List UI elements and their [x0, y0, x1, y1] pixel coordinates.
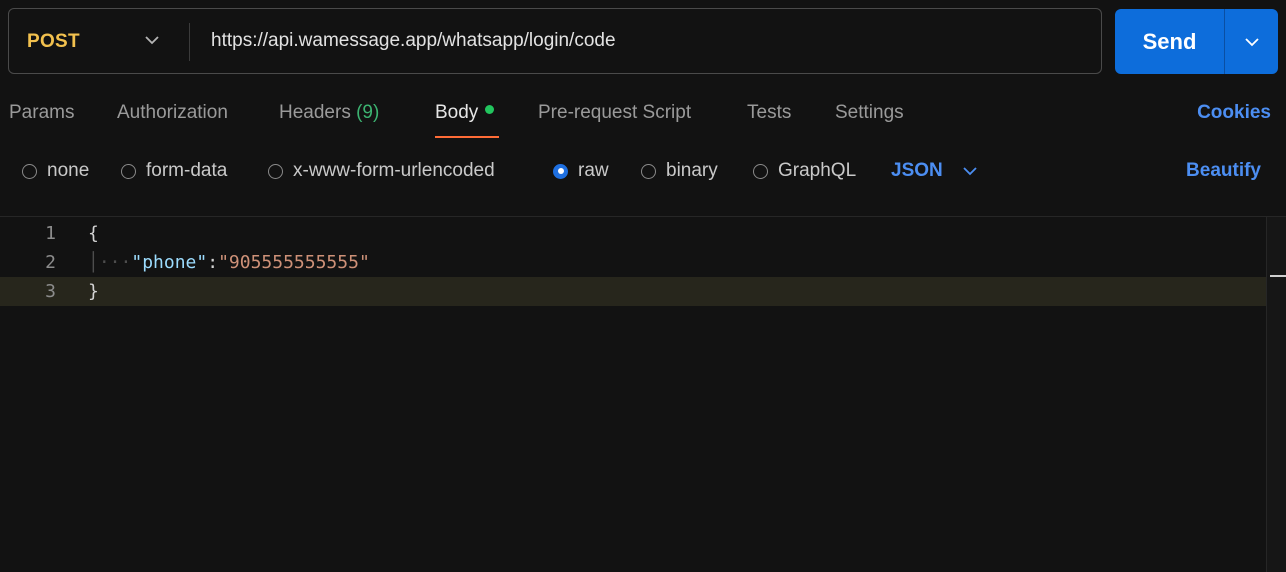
code-text: { [88, 219, 99, 248]
tab-authorization[interactable]: Authorization [117, 102, 228, 124]
raw-format-dropdown[interactable]: JSON [891, 160, 977, 182]
request-tabs: Params Authorization Headers (9) Body Pr… [0, 92, 1286, 142]
body-option-label: none [47, 160, 90, 181]
line-number: 2 [45, 252, 56, 273]
json-value: "905555555555" [218, 252, 370, 273]
method-dropdown[interactable]: POST [9, 9, 189, 73]
editor-line: 1 { [0, 219, 1266, 248]
radio-binary[interactable] [641, 163, 656, 179]
body-option-label: raw [578, 160, 609, 181]
body-option-graphql[interactable]: GraphQL [753, 160, 856, 182]
body-option-form-data[interactable]: form-data [121, 160, 227, 182]
url-input[interactable] [205, 25, 1085, 57]
radio-graphql[interactable] [753, 163, 768, 179]
body-option-label: form-data [146, 160, 228, 181]
body-option-raw[interactable]: raw [553, 160, 609, 182]
raw-format-label: JSON [891, 160, 943, 181]
tab-tests[interactable]: Tests [747, 102, 791, 124]
body-option-label: x-www-form-urlencoded [293, 160, 495, 181]
json-colon: : [207, 252, 219, 273]
active-tab-indicator [435, 136, 499, 138]
tab-body-label: Body [435, 102, 479, 123]
body-option-none[interactable]: none [22, 160, 89, 182]
send-options-dropdown[interactable] [1225, 9, 1278, 74]
send-button-group: Send [1115, 9, 1278, 74]
scroll-thumb[interactable] [1270, 275, 1286, 277]
chevron-down-icon [963, 167, 977, 176]
beautify-button[interactable]: Beautify [1186, 160, 1261, 182]
line-number: 3 [45, 281, 56, 302]
radio-none[interactable] [22, 163, 37, 179]
tab-headers[interactable]: Headers (9) [279, 102, 379, 124]
body-option-binary[interactable]: binary [641, 160, 718, 182]
chevron-down-icon [1244, 37, 1259, 46]
tab-body[interactable]: Body [435, 102, 495, 124]
radio-raw[interactable] [553, 163, 568, 179]
editor-scrollbar[interactable] [1266, 217, 1286, 572]
editor-line: 2 │···"phone":"905555555555" [0, 248, 1266, 277]
body-option-label: binary [666, 160, 718, 181]
body-type-options: none form-data x-www-form-urlencoded raw… [0, 150, 1286, 194]
close-brace: } [88, 281, 99, 302]
send-button[interactable]: Send [1115, 9, 1224, 74]
indent-guide: │··· [88, 252, 132, 273]
code-text: │···"phone":"905555555555" [88, 248, 370, 277]
body-option-x-www-form-urlencoded[interactable]: x-www-form-urlencoded [268, 160, 495, 182]
json-key: "phone" [131, 252, 208, 273]
method-url-divider [189, 23, 190, 61]
code-text: } [88, 277, 99, 306]
method-label: POST [27, 31, 80, 52]
body-status-dot [485, 105, 495, 115]
open-brace: { [88, 223, 99, 244]
radio-x-www-form-urlencoded[interactable] [268, 163, 283, 179]
request-bar: POST [8, 8, 1102, 74]
body-option-label: GraphQL [778, 160, 857, 181]
chevron-down-icon [145, 36, 159, 45]
cookies-link[interactable]: Cookies [1197, 102, 1271, 124]
line-number: 1 [45, 223, 56, 244]
tab-pre-request-script[interactable]: Pre-request Script [538, 102, 691, 124]
editor-line-current: 3 } [0, 277, 1266, 306]
radio-form-data[interactable] [121, 163, 136, 179]
body-code-editor[interactable]: 1 { 2 │···"phone":"905555555555" 3 } [0, 217, 1266, 572]
tab-headers-label: Headers [279, 102, 351, 123]
tab-params[interactable]: Params [9, 102, 74, 124]
headers-count-badge: (9) [356, 102, 380, 123]
tab-settings[interactable]: Settings [835, 102, 904, 124]
